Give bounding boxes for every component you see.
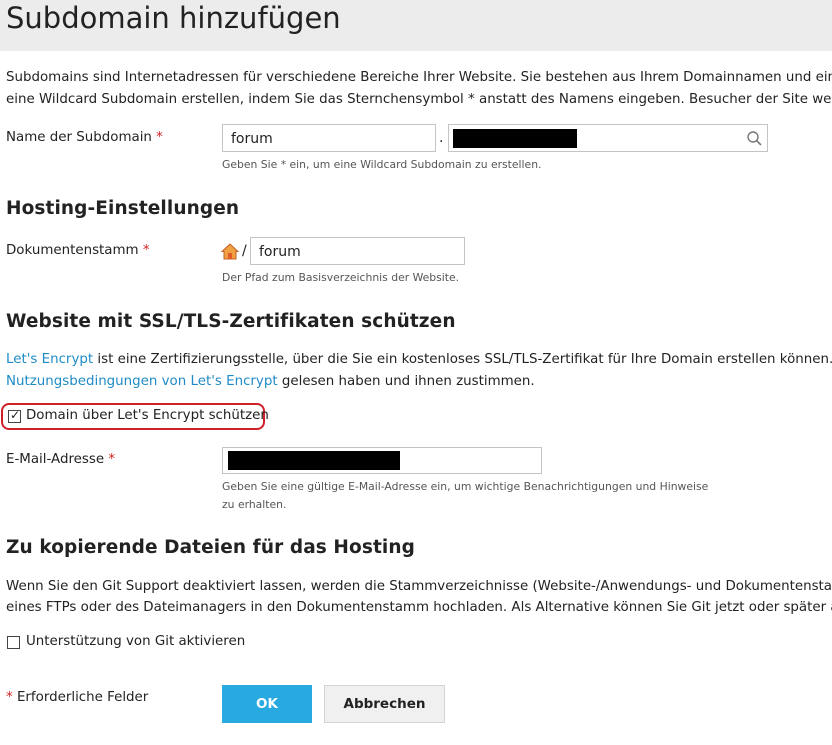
home-icon — [221, 243, 239, 260]
subdomain-hint: Geben Sie * ein, um eine Wildcard Subdom… — [222, 158, 542, 171]
email-input[interactable] — [222, 447, 542, 474]
page-header: Subdomain hinzufügen — [0, 0, 832, 51]
files-text-line-2: eines FTPs oder des Dateimanagers in den… — [6, 600, 832, 615]
lets-encrypt-checkbox-label[interactable]: Domain über Let's Encrypt schützen — [26, 408, 269, 423]
email-hint-line-2: zu erhalten. — [222, 498, 287, 511]
cancel-button[interactable]: Abbrechen — [324, 685, 445, 723]
git-checkbox[interactable] — [7, 636, 20, 649]
lets-encrypt-link[interactable]: Let's Encrypt — [6, 352, 93, 367]
required-mark: * — [142, 243, 150, 258]
search-icon[interactable] — [746, 130, 763, 147]
docroot-hint: Der Pfad zum Basisverzeichnis der Websit… — [222, 271, 460, 284]
git-checkbox-label[interactable]: Unterstützung von Git aktivieren — [26, 634, 245, 649]
required-mark: * — [156, 130, 163, 145]
ok-button[interactable]: OK — [222, 685, 312, 723]
email-hint-line-1: Geben Sie eine gültige E-Mail-Adresse ei… — [222, 480, 709, 493]
lets-encrypt-checkbox[interactable]: ✓ — [8, 408, 21, 423]
intro-line-1: Subdomains sind Internetadressen für ver… — [6, 70, 832, 85]
redacted-domain — [453, 129, 577, 148]
terms-link[interactable]: Nutzungsbedingungen von Let's Encrypt — [6, 374, 278, 389]
domain-select[interactable] — [448, 124, 768, 152]
docroot-input[interactable]: forum — [250, 237, 465, 265]
subdomain-name-input[interactable]: forum — [222, 124, 436, 152]
subdomain-label: Name der Subdomain * — [6, 130, 163, 145]
ssl-text-line-1: Let's Encrypt ist eine Zertifizierungsst… — [6, 352, 832, 367]
ssl-text-line-2: Nutzungsbedingungen von Let's Encrypt ge… — [6, 374, 535, 389]
required-fields-note: * Erforderliche Felder — [6, 690, 149, 705]
intro-line-2: eine Wildcard Subdomain erstellen, indem… — [6, 92, 832, 107]
check-icon: ✓ — [10, 408, 21, 422]
path-separator: / — [242, 243, 247, 259]
hosting-heading: Hosting-Einstellungen — [6, 198, 240, 219]
email-label: E-Mail-Adresse * — [6, 452, 116, 467]
required-mark: * — [108, 452, 116, 467]
files-text-line-1: Wenn Sie den Git Support deaktiviert las… — [6, 579, 832, 594]
page-title: Subdomain hinzufügen — [6, 1, 341, 35]
domain-separator: . — [439, 130, 444, 146]
docroot-label: Dokumentenstamm * — [6, 243, 150, 258]
redacted-email — [228, 451, 400, 470]
files-heading: Zu kopierende Dateien für das Hosting — [6, 537, 415, 558]
required-mark: * — [6, 690, 13, 705]
ssl-heading: Website mit SSL/TLS-Zertifikaten schütze… — [6, 311, 456, 332]
